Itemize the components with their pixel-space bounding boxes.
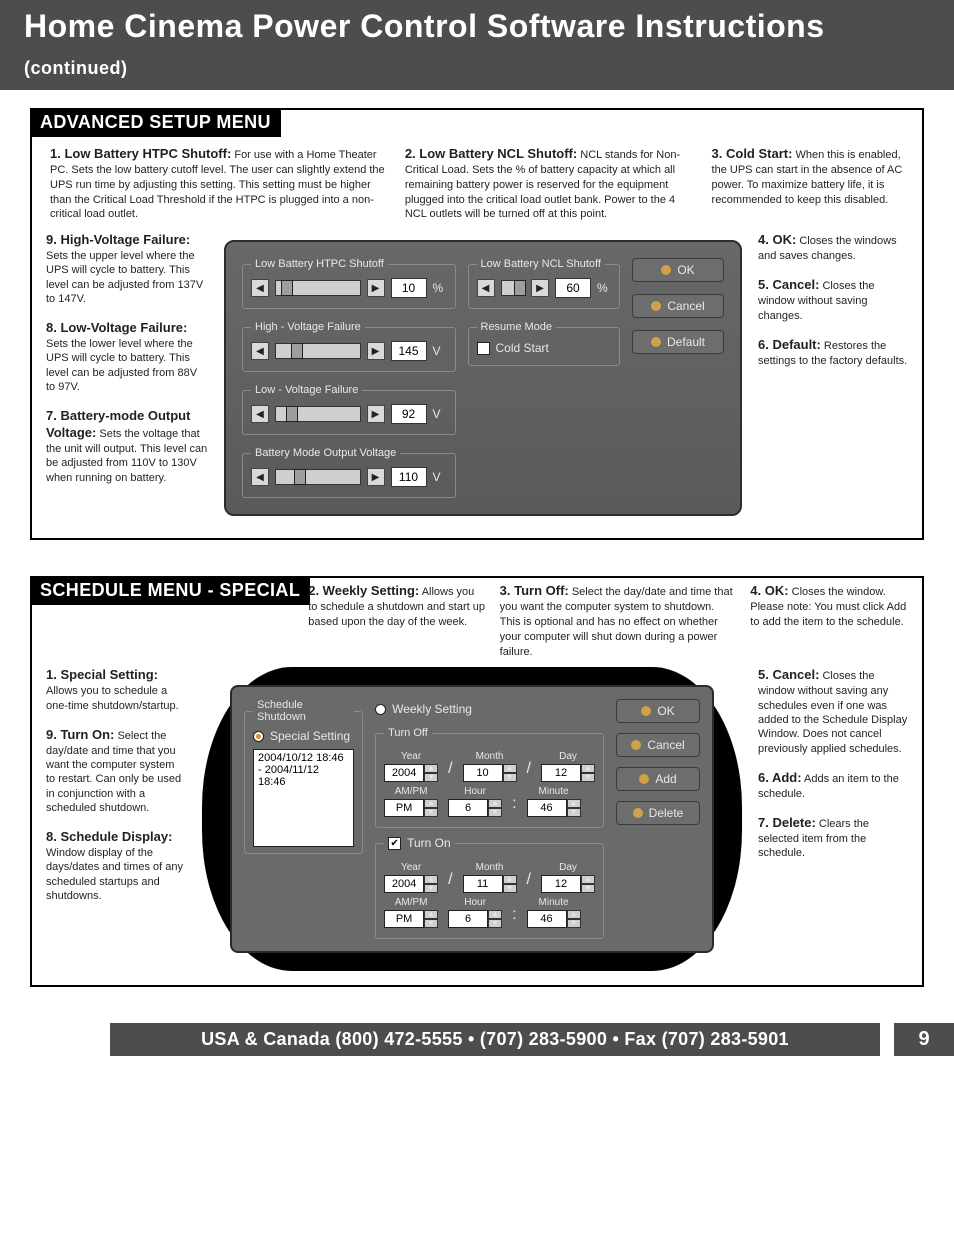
schedule-left-callouts: 1. Special Setting: Allows you to schedu…	[46, 667, 186, 971]
callout-turn-off: 3. Turn Off: Select the day/date and tim…	[500, 578, 737, 659]
checkbox-icon: ✔	[388, 837, 401, 850]
callout-cold-start: 3. Cold Start: When this is enabled, the…	[712, 145, 904, 222]
callout-high-voltage-failure: 9. High-Voltage Failure: Sets the upper …	[46, 232, 208, 306]
callout-default: 6. Default: Restores the settings to the…	[758, 337, 908, 368]
htpc-shutoff-group: Low Battery HTPC Shutoff ◀ ▶ 10 %	[242, 258, 456, 309]
off-year-spinner[interactable]: 2004▲▼	[384, 764, 438, 782]
hv-dec-button[interactable]: ◀	[251, 342, 269, 360]
ok-icon	[641, 706, 651, 716]
callout-low-battery-htpc: 1. Low Battery HTPC Shutoff: For use wit…	[50, 145, 387, 222]
add-icon	[639, 774, 649, 784]
ncl-dec-button[interactable]: ◀	[477, 279, 495, 297]
off-day-spinner[interactable]: 12▲▼	[541, 764, 595, 782]
page-number: 9	[894, 1023, 954, 1056]
advanced-right-callouts: 4. OK: Closes the windows and saves chan…	[758, 232, 908, 524]
callout-delete: 7. Delete: Clears the selected item from…	[758, 815, 908, 860]
on-month-spinner[interactable]: 11▲▼	[463, 875, 517, 893]
cancel-icon	[631, 740, 641, 750]
schedule-dialog-bezel: Schedule Shutdown Special Setting 2004/1…	[202, 667, 742, 971]
bmov-slider[interactable]	[275, 469, 361, 485]
schedule-entry[interactable]: 2004/10/12 18:46 - 2004/11/12 18:46	[258, 752, 349, 788]
page-title-continued: (continued)	[24, 58, 127, 78]
htpc-slider[interactable]	[275, 280, 361, 296]
on-hour-spinner[interactable]: 6▲▼	[448, 910, 502, 928]
cold-start-checkbox[interactable]: Cold Start	[477, 341, 612, 355]
callout-low-voltage-failure: 8. Low-Voltage Failure: Sets the lower l…	[46, 320, 208, 394]
callout-weekly-setting: 2. Weekly Setting: Allows you to schedul…	[308, 578, 485, 630]
on-ampm-spinner[interactable]: PM▲▼	[384, 910, 438, 928]
advanced-setup-heading: ADVANCED SETUP MENU	[30, 108, 281, 137]
off-min-spinner[interactable]: 46▲▼	[527, 799, 581, 817]
on-day-spinner[interactable]: 12▲▼	[541, 875, 595, 893]
low-voltage-group: Low - Voltage Failure ◀ ▶ 92 V	[242, 384, 456, 435]
lv-dec-button[interactable]: ◀	[251, 405, 269, 423]
page-title: Home Cinema Power Control Software Instr…	[24, 8, 825, 44]
turn-on-group: ✔ Turn On Year2004▲▼ / Month11▲▼ / Day12…	[375, 836, 604, 939]
hv-value[interactable]: 145	[391, 341, 427, 361]
off-month-spinner[interactable]: 10▲▼	[463, 764, 517, 782]
special-setting-radio[interactable]: Special Setting	[253, 729, 350, 743]
bmov-value[interactable]: 110	[391, 467, 427, 487]
turn-off-group: Turn Off Year2004▲▼ / Month10▲▼ / Day12▲…	[375, 727, 604, 828]
hv-slider[interactable]	[275, 343, 361, 359]
ncl-shutoff-group: Low Battery NCL Shutoff ◀ ▶ 60 %	[468, 258, 621, 309]
callout-battery-mode-output: 7. Battery-mode Output Voltage: Sets the…	[46, 408, 208, 485]
weekly-setting-radio[interactable]: Weekly Setting	[375, 702, 472, 716]
footer-contact: USA & Canada (800) 472-5555 • (707) 283-…	[110, 1023, 880, 1056]
callout-special-setting: 1. Special Setting: Allows you to schedu…	[46, 667, 186, 712]
ok-button[interactable]: OK	[632, 258, 724, 282]
off-hour-spinner[interactable]: 6▲▼	[448, 799, 502, 817]
advanced-setup-section: ADVANCED SETUP MENU 1. Low Battery HTPC …	[30, 108, 924, 540]
on-min-spinner[interactable]: 46▲▼	[527, 910, 581, 928]
advanced-left-callouts: 9. High-Voltage Failure: Sets the upper …	[46, 232, 208, 524]
page-footer: USA & Canada (800) 472-5555 • (707) 283-…	[0, 1023, 954, 1056]
ncl-inc-button[interactable]: ▶	[531, 279, 549, 297]
ncl-value[interactable]: 60	[555, 278, 591, 298]
schedule-heading: SCHEDULE MENU - SPECIAL	[30, 576, 310, 605]
bmov-inc-button[interactable]: ▶	[367, 468, 385, 486]
htpc-inc-button[interactable]: ▶	[367, 279, 385, 297]
schedule-shutdown-group: Schedule Shutdown Special Setting 2004/1…	[244, 699, 363, 854]
callout-ok-sched: 4. OK: Closes the window. Please note: Y…	[750, 578, 908, 630]
callout-schedule-display: 8. Schedule Display: Window display of t…	[46, 829, 186, 903]
sched-delete-button[interactable]: Delete	[616, 801, 700, 825]
cancel-icon	[651, 301, 661, 311]
sched-ok-button[interactable]: OK	[616, 699, 700, 723]
cancel-button[interactable]: Cancel	[632, 294, 724, 318]
checkbox-icon	[477, 342, 490, 355]
default-button[interactable]: Default	[632, 330, 724, 354]
battery-mode-output-group: Battery Mode Output Voltage ◀ ▶ 110 V	[242, 447, 456, 498]
callout-turn-on: 9. Turn On: Select the day/date and time…	[46, 727, 186, 815]
callout-cancel: 5. Cancel: Closes the window without sav…	[758, 277, 908, 322]
sched-add-button[interactable]: Add	[616, 767, 700, 791]
callout-cancel-sched: 5. Cancel: Closes the window without sav…	[758, 667, 908, 755]
sched-cancel-button[interactable]: Cancel	[616, 733, 700, 757]
callout-add: 6. Add: Adds an item to the schedule.	[758, 770, 908, 801]
schedule-dialog: Schedule Shutdown Special Setting 2004/1…	[230, 685, 714, 953]
turn-on-checkbox[interactable]: ✔ Turn On	[388, 836, 451, 850]
callout-ok: 4. OK: Closes the windows and saves chan…	[758, 232, 908, 263]
on-year-spinner[interactable]: 2004▲▼	[384, 875, 438, 893]
schedule-menu-section: SCHEDULE MENU - SPECIAL 2. Weekly Settin…	[30, 576, 924, 987]
lv-inc-button[interactable]: ▶	[367, 405, 385, 423]
high-voltage-group: High - Voltage Failure ◀ ▶ 145 V	[242, 321, 456, 372]
htpc-value[interactable]: 10	[391, 278, 427, 298]
ncl-slider[interactable]	[501, 280, 526, 296]
bmov-dec-button[interactable]: ◀	[251, 468, 269, 486]
callout-low-battery-ncl: 2. Low Battery NCL Shutoff: NCL stands f…	[405, 145, 694, 222]
lv-value[interactable]: 92	[391, 404, 427, 424]
lv-slider[interactable]	[275, 406, 361, 422]
hv-inc-button[interactable]: ▶	[367, 342, 385, 360]
off-ampm-spinner[interactable]: PM▲▼	[384, 799, 438, 817]
advanced-setup-dialog: Low Battery HTPC Shutoff ◀ ▶ 10 % High -…	[224, 240, 742, 516]
resume-mode-group: Resume Mode Cold Start	[468, 321, 621, 366]
default-icon	[651, 337, 661, 347]
ok-icon	[661, 265, 671, 275]
schedule-right-callouts: 5. Cancel: Closes the window without sav…	[758, 667, 908, 971]
schedule-display-list[interactable]: 2004/10/12 18:46 - 2004/11/12 18:46	[253, 749, 354, 847]
delete-icon	[633, 808, 643, 818]
htpc-dec-button[interactable]: ◀	[251, 279, 269, 297]
page-title-bar: Home Cinema Power Control Software Instr…	[0, 0, 954, 90]
